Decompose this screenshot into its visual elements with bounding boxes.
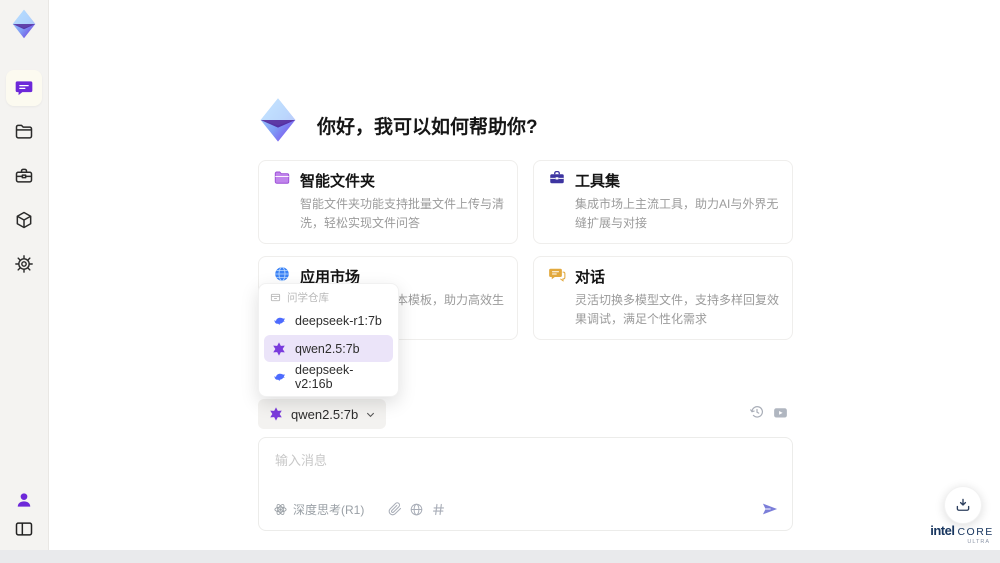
folder-icon (15, 124, 33, 139)
model-option-label: deepseek-v2:16b (295, 362, 354, 391)
chat-input[interactable] (273, 448, 747, 496)
sidebar-item-folders[interactable] (6, 114, 42, 150)
gear-icon (15, 255, 33, 273)
card-title: 智能文件夹 (300, 172, 376, 190)
qwen-logo-icon (271, 341, 287, 357)
briefcase-icon (15, 168, 33, 183)
greeting-logo-icon (260, 98, 296, 142)
model-dropdown: 问学仓库 deepseek-r1:7b qwen2.5:7b deepseek-… (258, 283, 399, 397)
feature-card-toolset[interactable]: 工具集 集成市场上主流工具，助力AI与外界无缝扩展与对接 (533, 160, 793, 244)
deep-thinking-toggle[interactable]: 深度思考(R1) (273, 501, 364, 518)
model-option-qwen2-5-7b[interactable]: qwen2.5:7b (264, 335, 393, 362)
person-icon (17, 493, 31, 507)
app-window: 你好，我可以如何帮助你? 智能文件夹 智能文件夹功能支持批量文件上传与清洗，轻松… (0, 0, 1000, 563)
history-button[interactable] (748, 404, 766, 422)
send-plane-icon (762, 503, 778, 515)
chat-bubble-icon (15, 81, 33, 96)
atom-icon (274, 503, 287, 515)
panel-layout-icon (15, 522, 33, 536)
intel-core-text: CORE (957, 526, 994, 538)
sidebar-item-toolbox[interactable] (6, 158, 42, 194)
model-selector-label: qwen2.5:7b (291, 406, 359, 422)
model-option-label: deepseek-r1:7b (295, 313, 382, 328)
video-icon (773, 408, 787, 418)
card-description: 集成市场上主流工具，助力AI与外界无缝扩展与对接 (575, 197, 779, 230)
download-icon (956, 498, 970, 511)
download-fab-button[interactable] (944, 486, 982, 524)
app-logo (6, 6, 42, 42)
model-selector-button[interactable]: qwen2.5:7b (258, 399, 387, 429)
model-option-deepseek-v2-16b[interactable]: deepseek-v2:16b (264, 362, 393, 391)
feature-card-dialog[interactable]: 对话 灵活切换多模型文件，支持多样回复效果调试，满足个性化需求 (533, 256, 793, 340)
globe-icon (411, 503, 423, 515)
model-dropdown-header-label: 问学仓库 (287, 291, 329, 304)
sidebar-item-collapse-panel[interactable] (6, 511, 42, 547)
paperclip-icon (388, 502, 402, 516)
deepseek-whale-icon (271, 313, 287, 329)
app-logo-icon (12, 9, 36, 39)
intel-ultra-text: ULTRA (967, 539, 990, 545)
card-title: 对话 (575, 268, 606, 286)
bottom-strip (0, 550, 1000, 563)
model-option-deepseek-r1-7b[interactable]: deepseek-r1:7b (264, 307, 393, 334)
greeting-logo (252, 94, 304, 146)
chevron-down-icon (367, 412, 375, 417)
chat-input-toolbar: 深度思考(R1) (273, 498, 780, 520)
feature-card-smart-folder[interactable]: 智能文件夹 智能文件夹功能支持批量文件上传与清洗，轻松实现文件问答 (258, 160, 518, 244)
deep-thinking-label: 深度思考(R1) (293, 502, 365, 517)
video-button[interactable] (771, 404, 789, 422)
repository-icon (270, 293, 281, 301)
sidebar-item-settings[interactable] (6, 246, 42, 282)
web-access-button[interactable] (409, 502, 424, 517)
dialog-icon (548, 265, 566, 288)
history-icon (750, 406, 763, 418)
card-description: 灵活切换多模型文件，支持多样回复效果调试，满足个性化需求 (575, 293, 780, 326)
send-button[interactable] (760, 499, 780, 519)
toolbox-icon (548, 169, 566, 192)
prompt-tags-button[interactable] (431, 502, 446, 517)
card-description: 智能文件夹功能支持批量文件上传与清洗，轻松实现文件问答 (300, 197, 505, 230)
sidebar-item-models[interactable] (6, 202, 42, 238)
chat-input-box: 深度思考(R1) (258, 437, 793, 531)
card-title: 工具集 (575, 172, 621, 190)
folder-icon (273, 169, 291, 192)
model-option-label: qwen2.5:7b (295, 341, 360, 356)
sidebar-item-chat[interactable] (6, 70, 42, 106)
hash-icon (433, 503, 445, 515)
intel-core-badge: intel CORE ULTRA (930, 523, 994, 545)
cube-icon (16, 211, 32, 229)
deepseek-whale-icon (271, 369, 287, 385)
intel-brand-text: intel (930, 523, 955, 538)
sidebar (0, 0, 49, 563)
model-dropdown-header: 问学仓库 (264, 288, 393, 306)
attach-file-button[interactable] (388, 502, 402, 516)
greeting-title: 你好，我可以如何帮助你? (317, 117, 538, 138)
qwen-logo-icon (270, 407, 282, 421)
